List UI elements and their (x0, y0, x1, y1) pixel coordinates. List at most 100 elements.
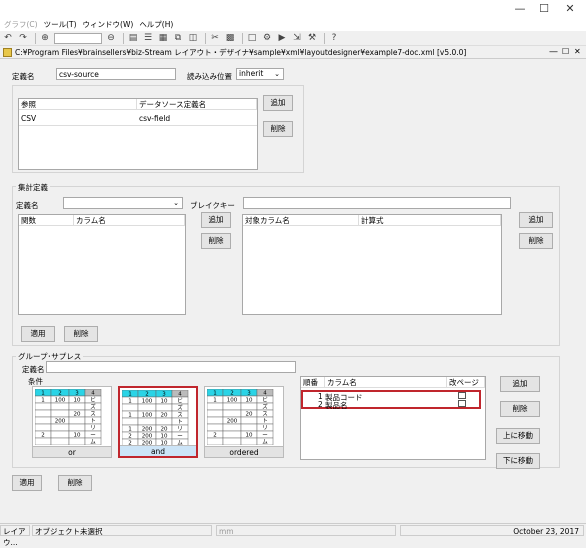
mini-table-and: 1 2 3 41 100 10 ビズ1 100 20 スト1 200 20 リ2 200 10 ー2 200 10… (122, 390, 189, 446)
ref-col-header[interactable]: データソース定義名 (137, 99, 257, 110)
zoom-in-icon[interactable]: ⊕ (39, 32, 51, 44)
doc-maximize-icon[interactable]: ☐ (562, 47, 569, 56)
mini-cell (122, 417, 139, 426)
group-col-header[interactable]: 改ページ (447, 377, 485, 388)
page-break-checkbox[interactable] (458, 392, 466, 399)
group-remove-button[interactable]: 削除 (500, 401, 540, 417)
mini-cell-label: 200 (142, 427, 153, 433)
undo-icon[interactable]: ↶ (2, 32, 14, 44)
mini-cell-label: ビ (262, 396, 268, 404)
apply-button[interactable]: 適用 (12, 475, 42, 491)
image-icon[interactable]: ▩ (224, 32, 236, 44)
agg-col-header[interactable]: カラム名 (74, 215, 185, 226)
menu-window[interactable]: ウィンドウ(W) (83, 19, 134, 30)
toolbar: ↶ ↷ ⊕ ⊖ ▤ ☰ ▦ ⧉ ◫ ✂ ▩ □ ⚙ ▶ ⇲ ⚒ ? (0, 31, 586, 46)
document-title-bar: C:¥Program Files¥brainsellers¥biz-Stream… (0, 47, 586, 59)
doc-close-icon[interactable]: ✕ (574, 47, 581, 56)
settings-icon[interactable]: ⚙ (261, 32, 273, 44)
agg-apply-button[interactable]: 適用 (21, 326, 55, 342)
mini-cell-label: 200 (227, 419, 238, 425)
mini-cell (50, 430, 70, 439)
mini-cell-label: 10 (74, 398, 81, 404)
close-icon[interactable]: ✕ (560, 2, 580, 15)
ref-add-button[interactable]: 追加 (263, 95, 293, 111)
list-icon[interactable]: ☰ (142, 32, 154, 44)
mini-cell (137, 403, 157, 412)
delete-button[interactable]: 削除 (58, 475, 92, 491)
group-add-button[interactable]: 追加 (500, 376, 540, 392)
copy-icon[interactable]: ⧉ (172, 32, 184, 44)
mini-header-label: 2 (145, 392, 149, 398)
mini-cell (207, 437, 224, 445)
thumb-ordered[interactable]: 1 2 3 4 1 100 10 ビズ 20 ス 200 トリ 2 10 ーム ordered (204, 386, 284, 458)
zoom-combo[interactable] (54, 32, 102, 44)
mini-cell-label: ム (90, 439, 96, 446)
export-icon[interactable]: ⇲ (291, 32, 303, 44)
group-col-header[interactable]: 順番 (301, 377, 325, 388)
tool-icon[interactable]: ⚒ (306, 32, 318, 44)
definition-name-input[interactable] (56, 68, 176, 80)
help-icon[interactable]: ? (328, 32, 340, 44)
mini-header-label: 1 (41, 391, 45, 397)
mini-cell-label: ス (177, 412, 183, 419)
menu-tools[interactable]: ツール(T) (44, 19, 77, 30)
minimize-icon[interactable]: — (510, 2, 530, 15)
grid-icon[interactable]: ▦ (157, 32, 169, 44)
ref-remove-button[interactable]: 削除 (263, 121, 293, 137)
move-up-button[interactable]: 上に移動 (496, 428, 540, 444)
reference-table[interactable]: 参照 データソース定義名 CSV csv-field (18, 98, 258, 170)
run-icon[interactable]: ▶ (276, 32, 288, 44)
mini-header-label: 1 (213, 391, 217, 397)
agg-delete-button[interactable]: 削除 (64, 326, 98, 342)
row-name[interactable]: 製品名 (325, 400, 348, 411)
mini-cell-label: 10 (74, 433, 81, 439)
agg-col-header[interactable]: 計算式 (359, 215, 501, 226)
agg-col-header[interactable]: 対象カラム名 (243, 215, 359, 226)
group-column-table[interactable]: 順番 カラム名 改ページ (300, 376, 486, 460)
group-name-label: 定義名 (22, 365, 45, 374)
cut-icon[interactable]: ✂ (209, 32, 221, 44)
ref-cell[interactable]: CSV (19, 114, 137, 124)
aggregate-name-select[interactable]: ⌄ (63, 197, 183, 209)
group-name-input[interactable] (46, 361, 296, 373)
table-icon[interactable]: ◫ (187, 32, 199, 44)
ref-col-header[interactable]: 参照 (19, 99, 137, 110)
mini-cell-label: ズ (262, 403, 268, 411)
thumb-and[interactable]: 1 2 3 4 1 100 10 ビズ 1 100 20 スト 1 200 20 リ 2 200 10 ー 2 200 10… (118, 386, 198, 458)
group-col-header[interactable]: カラム名 (325, 377, 447, 388)
agg-right-remove-button[interactable]: 削除 (519, 233, 553, 249)
mini-header-label: 3 (247, 391, 251, 397)
mini-cell (35, 416, 52, 425)
thumb-or[interactable]: 1 2 3 4 1 100 10 ビズ 20 ス 200 トリ 2 10 ーム or (32, 386, 112, 458)
agg-col-header[interactable]: 関数 (19, 215, 74, 226)
ref-cell[interactable]: csv-field (137, 114, 257, 124)
menu-help[interactable]: ヘルプ(H) (139, 19, 173, 30)
mini-cell-label: 2 (41, 433, 45, 439)
mini-cell-label: 100 (55, 398, 66, 404)
move-down-button[interactable]: 下に移動 (496, 453, 540, 469)
aggregate-title: 集計定義 (16, 182, 50, 193)
zoom-out-icon[interactable]: ⊖ (105, 32, 117, 44)
mini-cell (155, 403, 173, 412)
page-break-checkbox[interactable] (458, 400, 466, 407)
position-label: 読み込み位置 (187, 72, 232, 81)
maximize-icon[interactable]: ☐ (534, 2, 554, 15)
mini-header-label: 2 (230, 391, 234, 397)
mini-table-or: 1 2 3 4 1 100 10 ビズ 20 ス 200 トリ 2 10 ーム (35, 389, 102, 446)
aggregate-name-label: 定義名 (16, 201, 39, 210)
agg-left-remove-button[interactable]: 削除 (201, 233, 231, 249)
menu-graph[interactable]: グラフ(C) (4, 19, 38, 30)
mini-cell (50, 423, 70, 432)
break-key-input[interactable] (243, 197, 511, 209)
aggregate-function-table[interactable]: 関数 カラム名 (18, 214, 186, 315)
agg-left-add-button[interactable]: 追加 (201, 212, 231, 228)
preview-icon[interactable]: □ (246, 32, 258, 44)
agg-right-add-button[interactable]: 追加 (519, 212, 553, 228)
mini-cell-label: 2 (128, 434, 132, 440)
position-select[interactable]: inherit ⌄ (236, 68, 284, 80)
mini-cell-label: ム (262, 439, 268, 446)
doc-minimize-icon[interactable]: — (549, 47, 558, 57)
aggregate-target-table[interactable]: 対象カラム名 計算式 (242, 214, 502, 315)
redo-icon[interactable]: ↷ (17, 32, 29, 44)
page-icon[interactable]: ▤ (127, 32, 139, 44)
